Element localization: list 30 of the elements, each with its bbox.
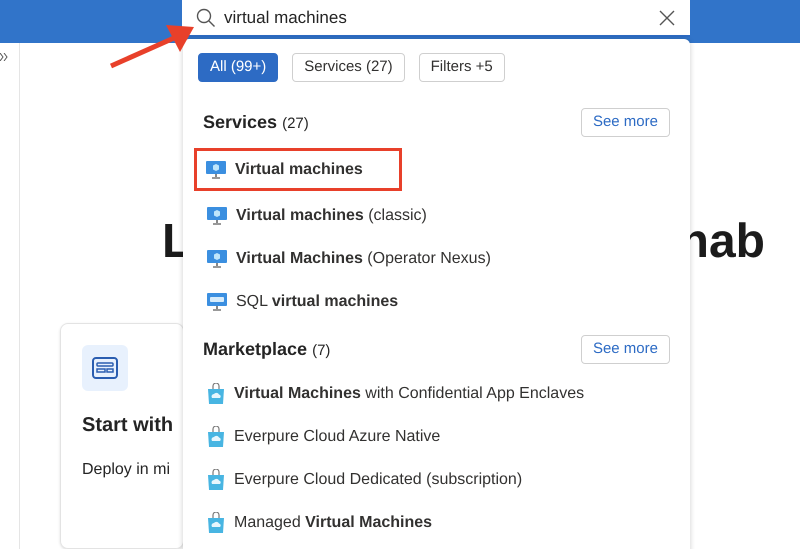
- close-icon[interactable]: [658, 8, 676, 26]
- form-icon: [92, 357, 118, 379]
- shopping-bag-icon: [206, 512, 226, 534]
- filter-chip[interactable]: Filters +5: [418, 53, 505, 82]
- search-result[interactable]: Virtual Machines (Operator Nexus): [198, 240, 675, 277]
- filter-chip[interactable]: Services (27): [292, 53, 405, 82]
- card-title: Start with: [82, 413, 174, 438]
- search-icon: [196, 8, 216, 28]
- card-text: Deploy in mi: [82, 460, 170, 480]
- see-more-button[interactable]: See more: [580, 108, 670, 137]
- search-result[interactable]: Managed Virtual Machines: [198, 504, 675, 541]
- search-result[interactable]: Everpure Cloud Azure Native: [198, 418, 675, 455]
- database-monitor-icon: [206, 290, 228, 312]
- see-more-button[interactable]: See more: [580, 335, 670, 364]
- shopping-bag-icon: [206, 468, 226, 490]
- section-heading: Services (27): [202, 111, 309, 134]
- section-heading: Marketplace (7): [202, 338, 330, 361]
- expand-chevron-icon[interactable]: [0, 53, 8, 61]
- search-result[interactable]: Virtual machines: [197, 151, 399, 188]
- search-field[interactable]: virtual machines: [182, 0, 690, 37]
- search-result[interactable]: Everpure Cloud Dedicated (subscription): [198, 461, 675, 498]
- monitor-icon: [206, 248, 228, 270]
- search-result[interactable]: SQL virtual machines: [198, 283, 675, 320]
- monitor-icon: [206, 204, 228, 226]
- monitor-icon: [205, 158, 227, 180]
- shopping-bag-icon: [206, 426, 226, 448]
- shopping-bag-icon: [206, 382, 226, 404]
- search-result[interactable]: Virtual machines (classic): [198, 197, 675, 234]
- filter-chip[interactable]: All (99+): [198, 53, 278, 82]
- search-result[interactable]: Virtual Machines with Confidential App Enclaves: [198, 375, 675, 412]
